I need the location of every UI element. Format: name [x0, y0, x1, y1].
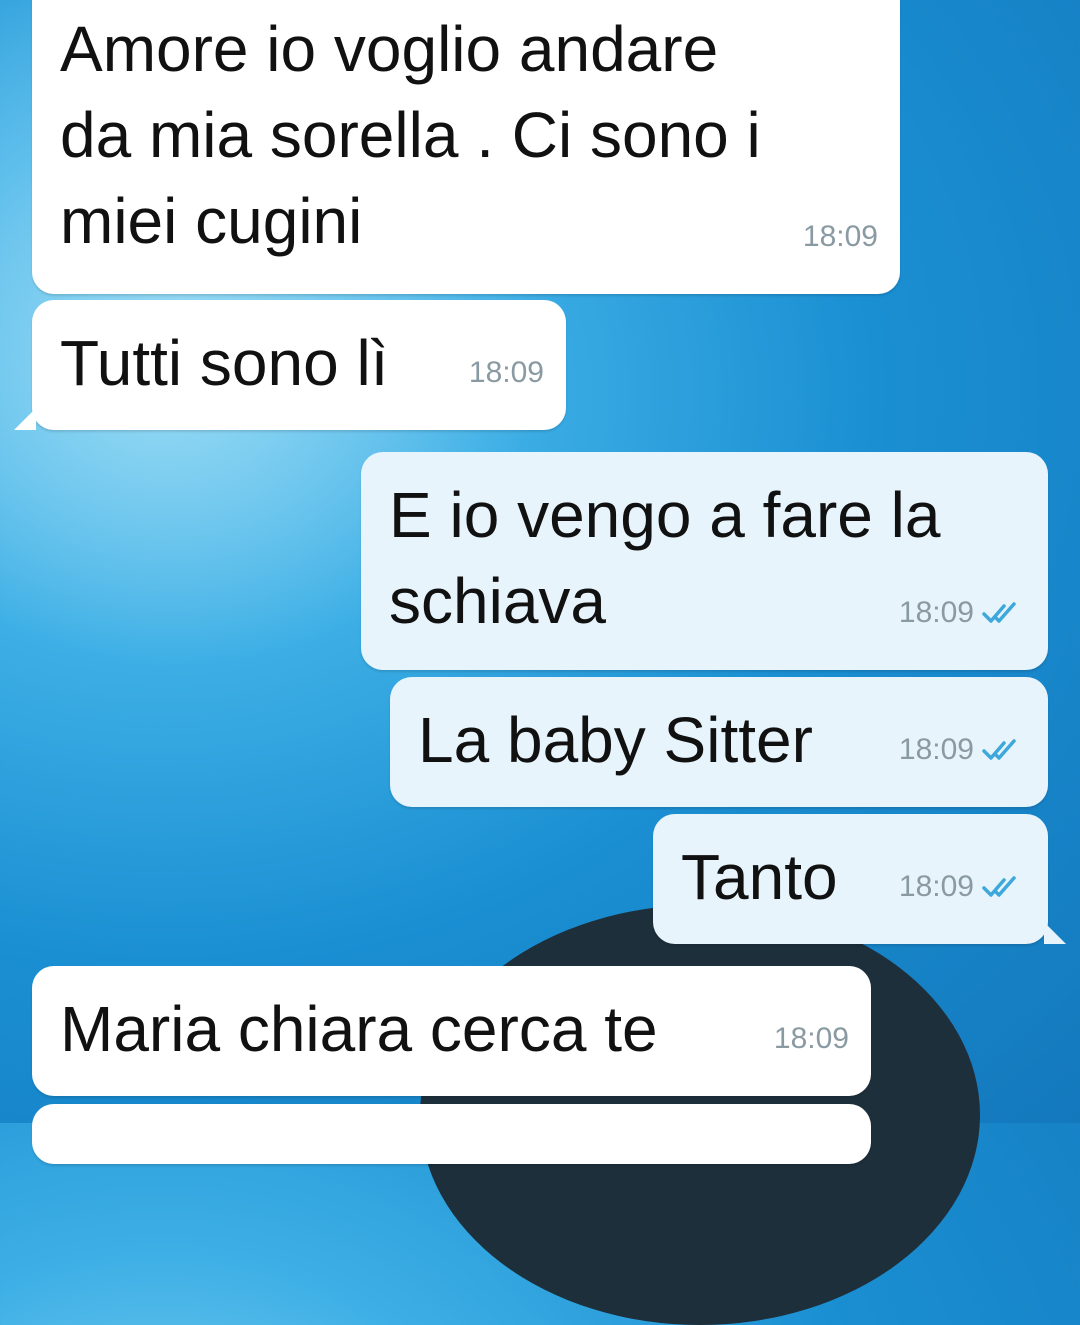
- message-bubble-outgoing[interactable]: Tanto 18:09: [653, 814, 1066, 944]
- message-text: Maria chiara cerca te: [60, 993, 658, 1065]
- message-bubble-incoming[interactable]: Amore io voglio andare da mia sorella . …: [32, 0, 900, 294]
- message-bubble-outgoing[interactable]: La baby Sitter 18:09: [390, 677, 1048, 807]
- message-text: Tutti sono lì: [60, 327, 389, 399]
- message-time: 18:09: [468, 356, 544, 389]
- message-meta: 18:09: [899, 844, 1026, 930]
- message-meta: 18:09: [899, 570, 1026, 656]
- message-time: 18:09: [898, 733, 974, 766]
- message-meta: 18:09: [469, 330, 544, 416]
- message-time: 18:09: [773, 1022, 849, 1055]
- bubble-tail: [1044, 922, 1066, 944]
- message-time: 18:09: [898, 870, 974, 903]
- message-text: Amore io voglio andare da mia sorella . …: [60, 13, 761, 257]
- bubble-tail: [14, 408, 36, 430]
- message-bubble-incoming[interactable]: [32, 1104, 871, 1164]
- message-meta: 18:09: [899, 707, 1026, 793]
- double-check-icon: [982, 602, 1016, 623]
- message-text: La baby Sitter: [418, 704, 813, 776]
- message-text: E io vengo a fare la schiava: [389, 479, 941, 637]
- message-text: Tanto: [681, 841, 838, 913]
- double-check-icon: [982, 876, 1016, 897]
- message-bubble-incoming[interactable]: Maria chiara cerca te 18:09: [32, 966, 871, 1096]
- message-meta: 18:09: [774, 996, 849, 1082]
- message-meta: 18:09: [803, 194, 878, 280]
- message-bubble-outgoing[interactable]: E io vengo a fare la schiava 18:09: [361, 452, 1048, 670]
- message-bubble-incoming[interactable]: Tutti sono lì 18:09: [14, 300, 566, 430]
- message-time: 18:09: [898, 596, 974, 629]
- double-check-icon: [982, 739, 1016, 760]
- message-time: 18:09: [802, 220, 878, 253]
